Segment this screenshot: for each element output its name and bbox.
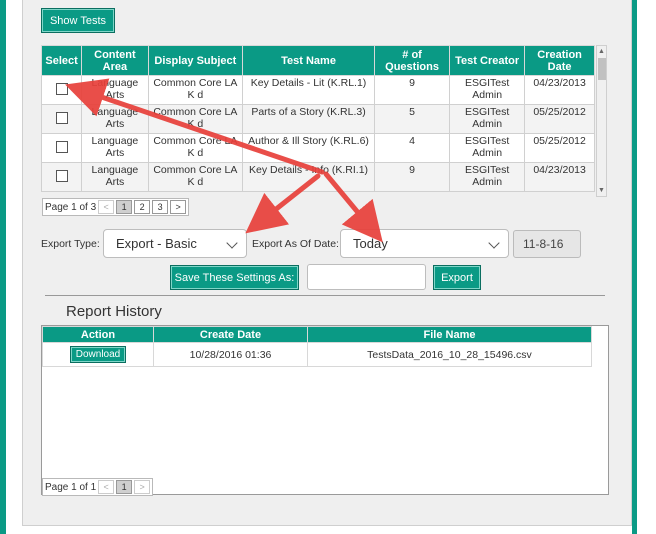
- table-row: Language Arts Common Core LA K d Key Det…: [40, 162, 595, 192]
- select-checkbox[interactable]: [55, 170, 68, 182]
- save-settings-button[interactable]: Save These Settings As:: [170, 265, 299, 290]
- table-row: Download 10/28/2016 01:36 TestsData_2016…: [42, 342, 592, 367]
- select-checkbox[interactable]: [55, 141, 68, 153]
- export-type-label: Export Type:: [41, 238, 100, 250]
- pager-prev-button[interactable]: <: [98, 480, 115, 494]
- tests-pager: Page 1 of 3 < 1 2 3 >: [42, 198, 190, 216]
- report-history-table: Action Create Date File Name Download 10…: [41, 325, 609, 495]
- show-tests-button[interactable]: Show Tests: [41, 8, 115, 33]
- col-action[interactable]: Action: [42, 326, 154, 343]
- scroll-down-icon[interactable]: ▼: [597, 186, 606, 195]
- chevron-down-icon: [488, 237, 500, 249]
- pager-next-button[interactable]: >: [134, 480, 151, 494]
- divider: [45, 295, 605, 296]
- pager-text: Page 1 of 3: [45, 201, 97, 213]
- col-test-creator[interactable]: Test Creator: [449, 45, 526, 76]
- pager-page-1[interactable]: 1: [116, 200, 133, 214]
- history-pager: Page 1 of 1 < 1 >: [42, 478, 154, 496]
- export-as-of-select[interactable]: Today: [340, 229, 509, 258]
- settings-name-input[interactable]: [307, 264, 426, 290]
- select-checkbox[interactable]: [55, 112, 68, 124]
- pager-prev-button[interactable]: <: [98, 200, 115, 214]
- table-row: Language Arts Common Core LA K d Key Det…: [40, 75, 595, 105]
- col-create-date[interactable]: Create Date: [153, 326, 308, 343]
- chevron-down-icon: [226, 237, 238, 249]
- tests-table: Select Content Area Display Subject Test…: [40, 45, 595, 192]
- report-history-title: Report History: [66, 303, 162, 320]
- export-as-of-value: Today: [353, 236, 388, 251]
- col-content-area[interactable]: Content Area: [81, 45, 149, 76]
- col-creation-date[interactable]: Creation Date: [524, 45, 595, 76]
- export-button[interactable]: Export: [433, 265, 481, 290]
- select-checkbox[interactable]: [55, 83, 68, 95]
- export-as-of-label: Export As Of Date:: [252, 238, 339, 250]
- col-display-subject[interactable]: Display Subject: [147, 45, 244, 76]
- export-type-select[interactable]: Export - Basic: [103, 229, 247, 258]
- table-row: Language Arts Common Core LA K d Parts o…: [40, 104, 595, 134]
- col-select[interactable]: Select: [40, 45, 83, 76]
- col-test-name[interactable]: Test Name: [242, 45, 376, 76]
- export-type-value: Export - Basic: [116, 236, 197, 251]
- table-row: Language Arts Common Core LA K d Author …: [40, 133, 595, 163]
- download-button[interactable]: Download: [69, 346, 127, 363]
- pager-page-1[interactable]: 1: [116, 480, 133, 494]
- pager-page-2[interactable]: 2: [134, 200, 151, 214]
- col-file-name[interactable]: File Name: [307, 326, 592, 343]
- pager-text: Page 1 of 1: [45, 481, 97, 493]
- col-questions[interactable]: # of Questions: [374, 45, 451, 76]
- date-field[interactable]: 11-8-16: [513, 230, 581, 258]
- pager-page-3[interactable]: 3: [152, 200, 169, 214]
- scroll-thumb[interactable]: [598, 58, 606, 80]
- pager-next-button[interactable]: >: [170, 200, 187, 214]
- scroll-up-icon[interactable]: ▲: [597, 47, 606, 56]
- tests-scrollbar[interactable]: ▲ ▼: [596, 45, 607, 197]
